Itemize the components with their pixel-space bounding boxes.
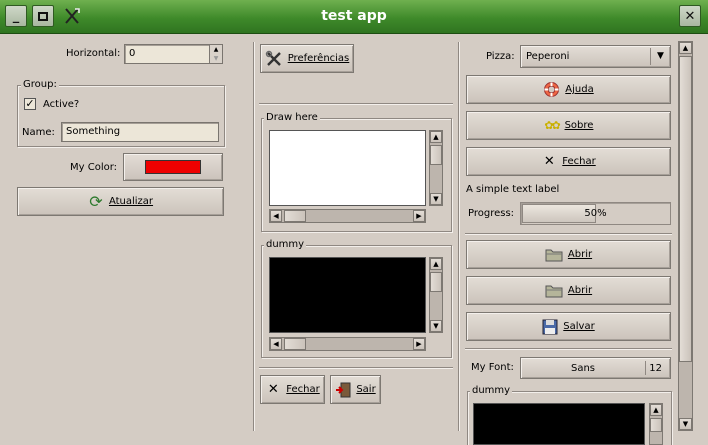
scroll-thumb[interactable] (284, 338, 306, 350)
scroll-thumb[interactable] (650, 418, 662, 432)
folder-icon (545, 285, 563, 298)
scroll-down-icon[interactable]: ▼ (430, 193, 442, 205)
tools-icon (265, 50, 281, 66)
spin-up-icon[interactable]: ▲ (209, 45, 222, 54)
simple-text-label: A simple text label (466, 184, 560, 195)
close-button-right[interactable]: ✕ Fechar (466, 147, 671, 176)
name-field[interactable]: Something (61, 122, 219, 142)
active-checkbox[interactable]: ✓ (24, 98, 36, 110)
scroll-up-icon[interactable]: ▲ (430, 258, 442, 270)
scroll-left-icon[interactable]: ◀ (270, 210, 282, 222)
scroll-down-icon[interactable]: ▼ (430, 320, 442, 332)
floppy-icon (542, 319, 558, 334)
dummy-canvas-right[interactable] (473, 403, 645, 445)
open-button-1[interactable]: Abrir (466, 240, 671, 269)
color-swatch (145, 160, 201, 174)
pizza-label: Pizza: (486, 51, 515, 62)
x-icon: ✕ (543, 154, 555, 169)
save-button[interactable]: Salvar (466, 312, 671, 341)
folder-icon (545, 249, 563, 262)
separator-right-2 (465, 348, 672, 350)
dummy-frame-right-title: dummy (470, 385, 513, 396)
lifebuoy-icon (544, 82, 560, 97)
help-button[interactable]: Ajuda (466, 75, 671, 104)
progress-label: Progress: (468, 208, 515, 219)
group-title: Group: (21, 79, 59, 90)
exit-button[interactable]: Sair (330, 375, 381, 404)
progress-bar: 50% (520, 202, 671, 225)
font-button[interactable]: Sans 12 (520, 357, 671, 379)
dummy-scrollbar-horizontal[interactable]: ◀ ▶ (269, 337, 426, 351)
refresh-icon: ⟳ (89, 191, 103, 211)
dummy-canvas[interactable] (269, 257, 426, 333)
open-button-2[interactable]: Abrir (466, 276, 671, 305)
scroll-thumb[interactable] (430, 272, 442, 292)
horizontal-spinbutton[interactable]: 0 ▲ ▼ (124, 44, 223, 64)
scroll-up-icon[interactable]: ▲ (679, 42, 692, 54)
draw-scrollbar-vertical[interactable]: ▲ ▼ (429, 130, 443, 206)
font-size: 12 (649, 362, 662, 374)
horizontal-value: 0 (129, 48, 136, 59)
separator-right-1 (465, 233, 672, 235)
close-window-button[interactable]: ✕ (679, 5, 701, 27)
scroll-down-icon[interactable]: ▼ (679, 418, 692, 430)
stars-icon: ✿✿ (544, 119, 560, 132)
progress-text: 50% (584, 208, 607, 219)
dummy-scrollbar-vertical[interactable]: ▲ ▼ (429, 257, 443, 333)
horizontal-label: Horizontal: (66, 48, 121, 59)
scroll-thumb[interactable] (679, 56, 692, 362)
scroll-up-icon[interactable]: ▲ (430, 131, 442, 143)
scroll-up-icon[interactable]: ▲ (650, 404, 662, 416)
close-button-middle[interactable]: ✕ Fechar (260, 375, 325, 404)
scroll-left-icon[interactable]: ◀ (270, 338, 282, 350)
dummy-right-scrollbar-vertical[interactable]: ▲ (649, 403, 663, 445)
spin-down-icon[interactable]: ▼ (209, 54, 222, 63)
window-title: test app (321, 8, 387, 24)
scroll-thumb[interactable] (284, 210, 306, 222)
active-label: Active? (43, 99, 80, 110)
close-icon: ✕ (684, 8, 696, 24)
separator-left (253, 42, 255, 431)
scroll-right-icon[interactable]: ▶ (413, 210, 425, 222)
window-scrollbar-vertical[interactable]: ▲ ▼ (678, 41, 693, 431)
chevron-down-icon: ▼ (650, 48, 670, 65)
about-button[interactable]: ✿✿ Sobre (466, 111, 671, 140)
color-button[interactable] (123, 153, 223, 181)
separator-right (458, 42, 460, 431)
scroll-right-icon[interactable]: ▶ (413, 338, 425, 350)
x-icon: ✕ (267, 382, 279, 397)
draw-frame-title: Draw here (264, 112, 320, 123)
font-name: Sans (570, 362, 596, 374)
separator-middle-top (259, 103, 453, 105)
pizza-combobox[interactable]: Peperoni ▼ (520, 45, 671, 68)
color-label: My Color: (70, 162, 118, 173)
preferences-button[interactable]: Preferências (260, 44, 354, 73)
refresh-button[interactable]: ⟳ Atualizar (17, 187, 224, 216)
draw-canvas[interactable] (269, 130, 426, 206)
exit-door-icon (336, 382, 351, 397)
draw-scrollbar-horizontal[interactable]: ◀ ▶ (269, 209, 426, 223)
separator-middle-bottom (259, 367, 453, 369)
scroll-thumb[interactable] (430, 145, 442, 165)
name-label: Name: (22, 127, 55, 138)
dummy-frame-title: dummy (264, 239, 307, 250)
font-label: My Font: (471, 362, 514, 373)
title-bar: _ test app ✕ (0, 0, 708, 34)
